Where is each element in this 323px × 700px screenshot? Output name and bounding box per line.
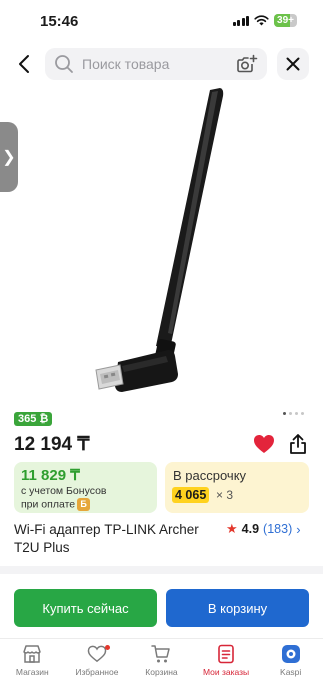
section-divider xyxy=(0,566,323,574)
kaspi-icon xyxy=(281,645,300,663)
cart-icon xyxy=(151,645,171,663)
buy-now-button[interactable]: Купить сейчас xyxy=(14,589,157,627)
camera-icon[interactable] xyxy=(236,54,258,74)
tab-label: Избранное xyxy=(75,667,119,677)
orders-icon xyxy=(218,644,234,664)
battery-indicator: 39+ xyxy=(274,14,297,27)
review-count[interactable]: (183) xyxy=(263,522,292,536)
product-rating[interactable]: ★ 4.9 (183) › xyxy=(226,521,301,537)
close-icon xyxy=(286,57,300,71)
product-title: Wi-Fi адаптер TP-LINK Archer T2U Plus xyxy=(14,522,199,555)
tab-label: Магазин xyxy=(15,667,49,677)
star-icon: ★ xyxy=(226,521,238,536)
installment-card[interactable]: В рассрочку 4 065 × 3 xyxy=(165,462,309,513)
product-price: 12 194 ₸ xyxy=(14,434,90,455)
gallery-dot xyxy=(289,412,292,415)
rating-value: 4.9 xyxy=(241,522,260,536)
bonus-price: 11 829 ₸ xyxy=(21,467,80,484)
tab-label: Kaspi xyxy=(280,667,302,677)
bonus-price-card[interactable]: 11 829 ₸ с учетом Бонусов при оплате Б xyxy=(14,462,157,513)
status-bar: 15:46 39+ xyxy=(0,0,323,44)
gallery-dot xyxy=(301,412,304,415)
chevron-right-icon: › xyxy=(296,521,301,537)
chevron-left-icon xyxy=(19,55,29,73)
tab-kaspi[interactable]: Kaspi xyxy=(258,639,323,700)
favorite-heart-icon[interactable] xyxy=(253,434,275,454)
back-button[interactable] xyxy=(12,50,36,78)
gallery-dot xyxy=(295,412,298,415)
tab-label: Корзина xyxy=(145,667,178,677)
bonus-badge: 365 ₿ xyxy=(14,412,53,426)
status-icons: 39+ xyxy=(232,14,297,27)
shop-icon xyxy=(23,645,42,663)
share-icon[interactable] xyxy=(288,433,308,455)
add-to-cart-button[interactable]: В корзину xyxy=(166,589,309,627)
gallery-pagination xyxy=(283,412,304,415)
tab-label: Мои заказы xyxy=(202,667,250,677)
search-header: Поиск товара xyxy=(0,44,323,84)
bottom-tab-bar: Магазин Избранное Корзина Мои заказы Kas… xyxy=(0,638,323,700)
tab-cart[interactable]: Корзина xyxy=(129,639,194,700)
notification-dot xyxy=(104,645,110,650)
close-button[interactable] xyxy=(277,48,309,80)
status-time: 15:46 xyxy=(40,13,79,30)
installment-amount: 4 065 xyxy=(172,487,210,503)
installment-multiplier: × 3 xyxy=(216,488,234,502)
heart-icon xyxy=(87,645,107,663)
chevron-right-icon: ❯ xyxy=(2,149,16,166)
wifi-icon xyxy=(254,15,269,26)
signal-icon xyxy=(232,15,250,26)
gallery-dot xyxy=(283,412,286,415)
search-placeholder: Поиск товара xyxy=(82,56,170,72)
tab-favorites[interactable]: Избранное xyxy=(65,639,130,700)
tab-my-orders[interactable]: Мои заказы xyxy=(194,639,259,700)
search-input[interactable]: Поиск товара xyxy=(45,48,267,80)
bonus-note: с учетом Бонусов при оплате Б xyxy=(21,485,107,511)
side-panel-handle[interactable]: ❯ xyxy=(0,122,18,192)
tab-shop[interactable]: Магазин xyxy=(0,639,65,700)
installment-label: В рассрочку xyxy=(173,468,247,483)
product-image[interactable] xyxy=(60,84,260,404)
search-icon xyxy=(55,55,73,73)
bonus-coin-icon: Б xyxy=(77,498,91,511)
